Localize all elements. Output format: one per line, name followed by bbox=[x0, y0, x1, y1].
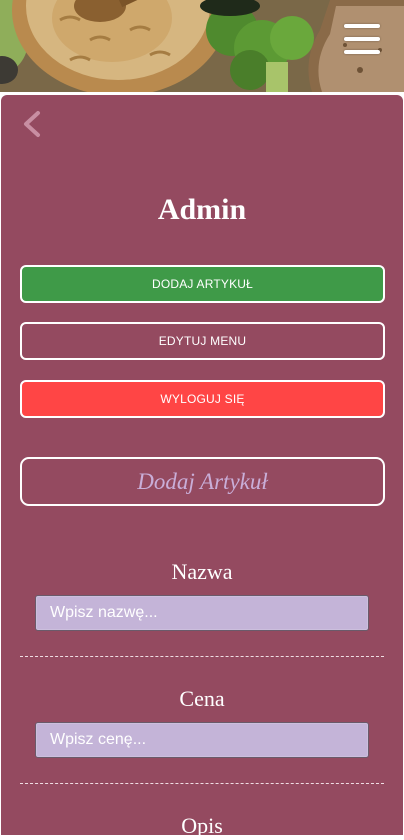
price-input[interactable] bbox=[35, 722, 369, 758]
divider bbox=[20, 656, 384, 657]
hamburger-menu-icon[interactable] bbox=[340, 18, 384, 60]
add-article-button[interactable]: DODAJ ARTYKUŁ bbox=[20, 265, 385, 303]
page-title: Admin bbox=[157, 193, 247, 226]
name-label: Nazwa bbox=[171, 559, 233, 584]
description-label: Opis bbox=[181, 813, 223, 838]
edit-menu-button[interactable]: EDYTUJ MENU bbox=[20, 322, 385, 360]
price-label: Cena bbox=[179, 686, 225, 711]
divider bbox=[20, 783, 384, 784]
logout-button[interactable]: WYLOGUJ SIĘ bbox=[20, 380, 385, 418]
section-title-add-article: Dodaj Artykuł bbox=[20, 457, 385, 506]
name-input[interactable] bbox=[35, 595, 369, 631]
chevron-left-icon[interactable] bbox=[20, 110, 44, 138]
